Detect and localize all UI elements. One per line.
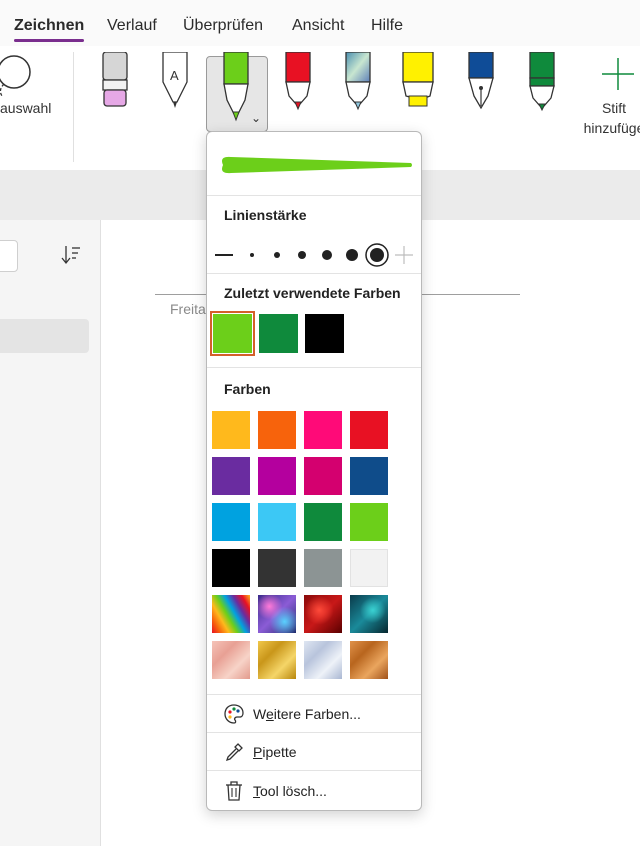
colors-title: Farben <box>224 381 271 397</box>
recent-colors-title: Zuletzt verwendete Farben <box>224 285 401 301</box>
color-swatch[interactable] <box>350 503 388 541</box>
trash-icon <box>226 781 242 801</box>
width-option-5[interactable] <box>346 249 358 261</box>
width-option-1[interactable] <box>250 253 254 257</box>
green-pen-icon[interactable] <box>221 52 251 124</box>
color-swatch[interactable] <box>258 457 296 495</box>
ribbon-separator <box>73 52 74 162</box>
galaxy-pen-icon[interactable] <box>343 52 373 112</box>
more-colors-button[interactable]: Weitere Farben... <box>207 695 421 733</box>
color-swatch[interactable] <box>350 457 388 495</box>
more-colors-label: Weitere Farben... <box>253 706 361 722</box>
tab-ueberpruefen[interactable]: Überprüfen <box>183 17 263 35</box>
eyedropper-icon <box>225 743 243 762</box>
recent-color-swatch[interactable] <box>305 314 344 353</box>
lasso-select-icon[interactable] <box>0 50 46 100</box>
divider <box>207 367 421 368</box>
texture-swatch-lava[interactable] <box>304 595 342 633</box>
tab-hilfe[interactable]: Hilfe <box>371 17 403 35</box>
tab-ansicht[interactable]: Ansicht <box>292 17 344 35</box>
dark-green-marker-icon[interactable] <box>527 52 557 112</box>
yellow-highlighter-icon[interactable] <box>400 52 436 112</box>
texture-swatch-silver[interactable] <box>304 641 342 679</box>
tab-verlauf[interactable]: Verlauf <box>107 17 157 35</box>
stroke-preview <box>222 156 412 174</box>
divider <box>207 770 421 771</box>
color-swatch[interactable] <box>212 457 250 495</box>
eraser-icon[interactable] <box>100 52 130 112</box>
width-option-selected[interactable] <box>364 242 390 268</box>
color-swatch[interactable] <box>212 549 250 587</box>
add-pen-label-line1: Stift <box>601 100 627 116</box>
texture-swatch-galaxy[interactable] <box>258 595 296 633</box>
tab-zeichnen[interactable]: Zeichnen <box>14 17 84 35</box>
pen-settings-popup: Linienstärke Zuletzt verwendete Farben F… <box>206 131 422 811</box>
divider <box>207 195 421 196</box>
width-option-3[interactable] <box>298 251 306 259</box>
color-swatch[interactable] <box>350 549 388 587</box>
color-swatch[interactable] <box>258 549 296 587</box>
color-swatch[interactable] <box>258 503 296 541</box>
eyedropper-label: Pipette <box>253 744 297 760</box>
blue-fountain-pen-icon[interactable] <box>466 52 496 112</box>
width-increase-plus-icon[interactable] <box>394 245 414 265</box>
width-option-thin[interactable] <box>215 254 233 256</box>
color-swatch[interactable] <box>304 549 342 587</box>
note-date: Freita <box>170 301 206 317</box>
recent-color-swatch[interactable] <box>210 311 255 356</box>
chevron-down-icon[interactable]: ⌄ <box>251 111 261 125</box>
color-swatch[interactable] <box>350 411 388 449</box>
recent-color-swatch[interactable] <box>259 314 298 353</box>
color-swatch[interactable] <box>212 503 250 541</box>
color-swatch[interactable] <box>304 457 342 495</box>
width-option-2[interactable] <box>274 252 280 258</box>
color-swatch[interactable] <box>304 411 342 449</box>
svg-text:A: A <box>170 68 179 83</box>
texture-swatch-rose-gold[interactable] <box>212 641 250 679</box>
texture-swatch-gold[interactable] <box>258 641 296 679</box>
sort-icon[interactable] <box>60 244 82 266</box>
color-swatch[interactable] <box>258 411 296 449</box>
width-option-4[interactable] <box>322 250 332 260</box>
palette-icon <box>224 704 244 724</box>
texture-swatch-rainbow[interactable] <box>212 595 250 633</box>
text-pen-icon[interactable]: A <box>160 52 190 112</box>
menu-bar: Zeichnen Verlauf Überprüfen Ansicht Hilf… <box>0 0 640 46</box>
delete-tool-button[interactable]: Tool lösch... <box>207 772 421 810</box>
red-pen-icon[interactable] <box>283 52 313 112</box>
add-pen-button[interactable]: Stift hinzufüge <box>574 98 640 138</box>
color-swatch[interactable] <box>304 503 342 541</box>
delete-tool-label: Tool lösch... <box>253 783 327 799</box>
divider <box>207 273 421 274</box>
page-list-item[interactable] <box>0 319 89 353</box>
texture-swatch-bronze[interactable] <box>350 641 388 679</box>
search-input[interactable] <box>0 240 18 272</box>
lasso-select-label: auswahl <box>0 100 52 116</box>
add-pen-label-line2: hinzufüge <box>583 120 640 136</box>
line-width-title: Linienstärke <box>224 207 307 223</box>
add-pen-plus-icon[interactable] <box>598 56 638 92</box>
page-list-pane <box>0 220 101 846</box>
texture-swatch-ocean[interactable] <box>350 595 388 633</box>
color-swatch[interactable] <box>212 411 250 449</box>
eyedropper-button[interactable]: Pipette <box>207 733 421 771</box>
active-tab-indicator <box>14 39 84 42</box>
